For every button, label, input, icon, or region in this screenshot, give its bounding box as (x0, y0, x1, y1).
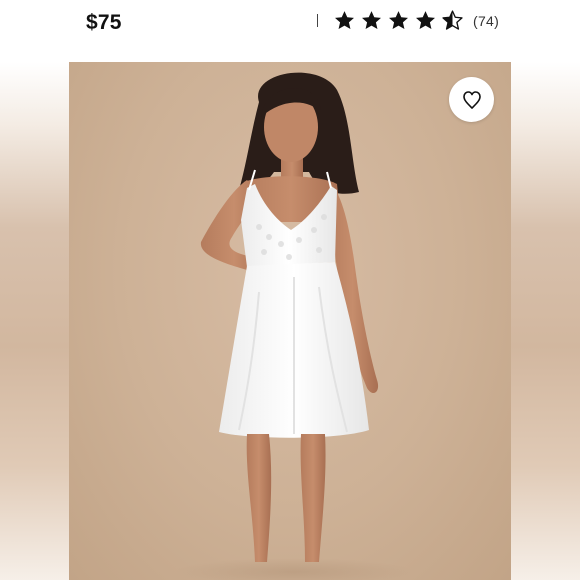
star-filled-icon (333, 9, 356, 32)
photo-backdrop-right (510, 62, 580, 580)
product-photo[interactable] (69, 62, 511, 580)
star-half-icon (441, 9, 464, 32)
star-filled-icon (360, 9, 383, 32)
photo-backdrop-left (0, 62, 70, 580)
star-filled-icon (387, 9, 410, 32)
review-count[interactable]: (74) (473, 13, 499, 29)
price: $75 (86, 11, 122, 34)
header-divider (317, 14, 318, 27)
listing-header: $75 (74) (0, 0, 580, 48)
rating[interactable]: (74) (333, 9, 499, 32)
model-in-white-dress (174, 72, 414, 580)
heart-outline-icon (462, 90, 481, 109)
favorite-button[interactable] (449, 77, 494, 122)
star-filled-icon (414, 9, 437, 32)
